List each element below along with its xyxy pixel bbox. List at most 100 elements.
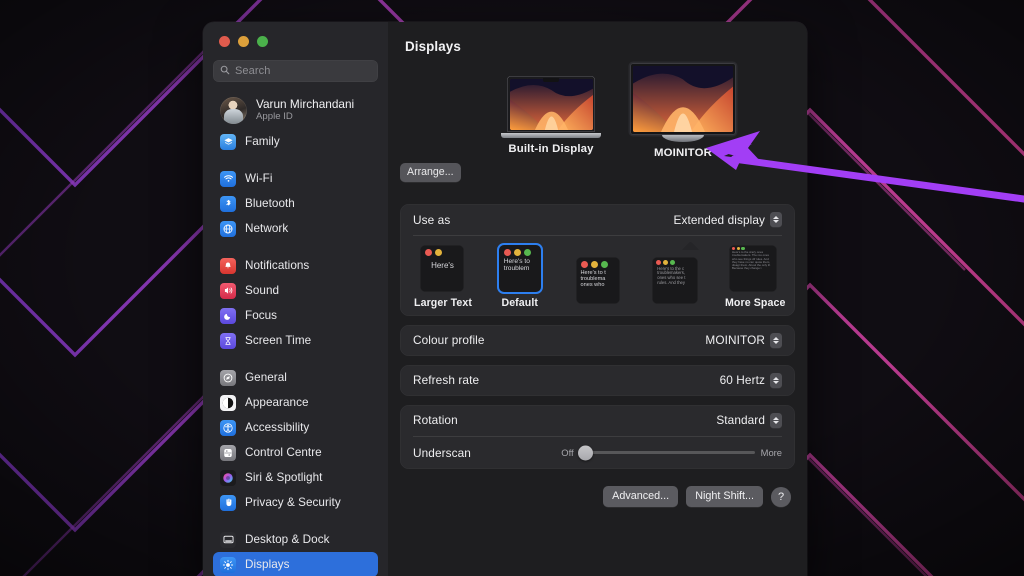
- preset-default[interactable]: Here's to troublem Default: [492, 244, 548, 309]
- preview-text: Here's: [431, 260, 454, 270]
- chevron-updown-icon[interactable]: [770, 412, 782, 428]
- accessibility-icon: [220, 419, 236, 436]
- refresh-rate-value: 60 Hertz: [719, 373, 765, 387]
- sidebar-item-label: Bluetooth: [245, 196, 295, 210]
- sound-icon: [220, 282, 236, 299]
- preset-scaled-4[interactable]: Here's to the c troublemakers, ones who …: [647, 256, 703, 309]
- sidebar-item-label: Control Centre: [245, 445, 322, 459]
- sidebar-item-label: Displays: [245, 557, 290, 571]
- preset-preview: Here's to t troublema ones who: [575, 256, 620, 304]
- sidebar-item-wifi[interactable]: Wi-Fi: [213, 166, 378, 191]
- privacy-icon: [220, 494, 236, 511]
- sidebar-item-family[interactable]: Family: [213, 129, 378, 154]
- rotation-label: Rotation: [413, 413, 458, 427]
- scaling-presets: Here's Larger Text Here's to troublem De…: [400, 236, 795, 316]
- sidebar-item-appearance[interactable]: Appearance: [213, 390, 378, 415]
- use-as-card: Use as Extended display Here's Larger Te…: [400, 204, 795, 316]
- use-as-value: Extended display: [673, 212, 765, 227]
- use-as-row[interactable]: Use as Extended display: [400, 204, 795, 235]
- arrange-button[interactable]: Arrange...: [400, 163, 461, 182]
- display-name: MOINITOR: [654, 147, 712, 159]
- use-as-value-control[interactable]: Extended display: [674, 212, 782, 227]
- zoom-button[interactable]: [257, 36, 268, 47]
- sidebar-item-label: Siri & Spotlight: [245, 470, 323, 484]
- sidebar-item-siri-spotlight[interactable]: Siri & Spotlight: [213, 465, 378, 490]
- preset-label: More Space: [725, 296, 786, 309]
- chevron-updown-icon[interactable]: [770, 332, 782, 348]
- chevron-updown-icon[interactable]: [770, 372, 782, 388]
- preset-more-space[interactable]: Here's to the crazy ones troublemakers. …: [725, 244, 786, 309]
- appearance-icon: [220, 394, 236, 411]
- monitor-stand: [662, 135, 704, 142]
- search-input[interactable]: Search: [213, 60, 378, 82]
- sidebar-item-focus[interactable]: Focus: [213, 303, 378, 328]
- desktop-dock-icon: [220, 531, 236, 548]
- siri-icon: [220, 469, 236, 486]
- preset-preview: Here's: [420, 244, 464, 292]
- sidebar-item-label: Privacy & Security: [245, 495, 341, 509]
- sidebar-item-displays[interactable]: Displays: [213, 552, 378, 576]
- display-thumbnail-moinitor[interactable]: MOINITOR: [627, 63, 739, 159]
- sidebar-item-privacy-security[interactable]: Privacy & Security: [213, 490, 378, 515]
- sidebar-item-label: Screen Time: [245, 333, 312, 347]
- minimize-button[interactable]: [238, 36, 249, 47]
- help-button[interactable]: ?: [771, 486, 791, 507]
- avatar: [220, 96, 247, 124]
- rotation-row[interactable]: Rotation Standard: [400, 405, 795, 436]
- sidebar-item-sound[interactable]: Sound: [213, 278, 378, 303]
- sidebar-item-label: Wi-Fi: [245, 171, 273, 185]
- sidebar-item-label: Accessibility: [245, 420, 310, 434]
- sidebar-item-control-centre[interactable]: Control Centre: [213, 440, 378, 465]
- preset-larger-text[interactable]: Here's Larger Text: [414, 244, 472, 309]
- rotation-value-control[interactable]: Standard: [716, 412, 782, 428]
- system-settings-window: Search Varun Mirchandani Apple ID Family: [203, 22, 807, 576]
- sidebar-list: Varun Mirchandani Apple ID Family Wi-Fi: [213, 91, 378, 576]
- laptop-notch: [543, 78, 559, 82]
- slider-knob[interactable]: [577, 445, 593, 460]
- display-name: Built-in Display: [508, 143, 594, 155]
- sidebar-item-desktop-dock[interactable]: Desktop & Dock: [213, 527, 378, 552]
- refresh-rate-card: Refresh rate 60 Hertz: [400, 364, 795, 396]
- displays-icon: [220, 556, 236, 573]
- colour-profile-value: MOINITOR: [705, 333, 765, 347]
- night-shift-button[interactable]: Night Shift...: [686, 486, 763, 507]
- sidebar-item-label: Network: [245, 221, 289, 235]
- sidebar-item-bluetooth[interactable]: Bluetooth: [213, 191, 378, 216]
- preset-label: Default: [501, 296, 539, 309]
- sidebar-item-apple-id[interactable]: Varun Mirchandani Apple ID: [213, 91, 378, 129]
- sidebar-divider: [213, 241, 378, 253]
- sidebar-item-accessibility[interactable]: Accessibility: [213, 415, 378, 440]
- control-centre-icon: [220, 444, 236, 461]
- family-icon: [220, 133, 236, 150]
- colour-profile-row[interactable]: Colour profile MOINITOR: [400, 325, 795, 356]
- sidebar-item-label: Notifications: [245, 258, 310, 272]
- general-icon: [220, 369, 236, 386]
- bottom-button-bar: Advanced... Night Shift... ?: [388, 478, 807, 507]
- refresh-rate-row[interactable]: Refresh rate 60 Hertz: [400, 365, 795, 396]
- main-content: Displays Arrange... Built-in Display MOI…: [388, 22, 807, 576]
- sidebar-item-network[interactable]: Network: [213, 216, 378, 241]
- monitor-screen: [630, 63, 736, 135]
- close-button[interactable]: [219, 36, 230, 47]
- preset-scaled-3[interactable]: Here's to t troublema ones who: [570, 256, 626, 309]
- sidebar-item-label: Appearance: [245, 395, 309, 409]
- colour-profile-card: Colour profile MOINITOR: [400, 324, 795, 356]
- preview-text: Here's to the c troublemakers, ones who …: [657, 265, 686, 285]
- selected-display-caret: [682, 241, 700, 250]
- screen-time-icon: [220, 332, 236, 349]
- sidebar-item-screen-time[interactable]: Screen Time: [213, 328, 378, 353]
- underscan-slider[interactable]: [577, 445, 755, 460]
- colour-profile-value-control[interactable]: MOINITOR: [705, 332, 782, 348]
- sidebar-item-general[interactable]: General: [213, 365, 378, 390]
- rotation-underscan-card: Rotation Standard Underscan Off More: [400, 404, 795, 469]
- underscan-min-label: Off: [561, 447, 574, 458]
- display-thumbnail-built-in[interactable]: Built-in Display: [501, 76, 601, 155]
- chevron-updown-icon[interactable]: [770, 212, 782, 227]
- preset-preview: Here's to the c troublemakers, ones who …: [652, 256, 699, 304]
- preview-traffic-lights: [499, 245, 541, 256]
- refresh-rate-value-control[interactable]: 60 Hertz: [719, 372, 782, 388]
- notifications-icon: [220, 257, 236, 274]
- advanced-button[interactable]: Advanced...: [603, 486, 679, 507]
- sidebar-item-notifications[interactable]: Notifications: [213, 253, 378, 278]
- use-as-label: Use as: [413, 212, 451, 227]
